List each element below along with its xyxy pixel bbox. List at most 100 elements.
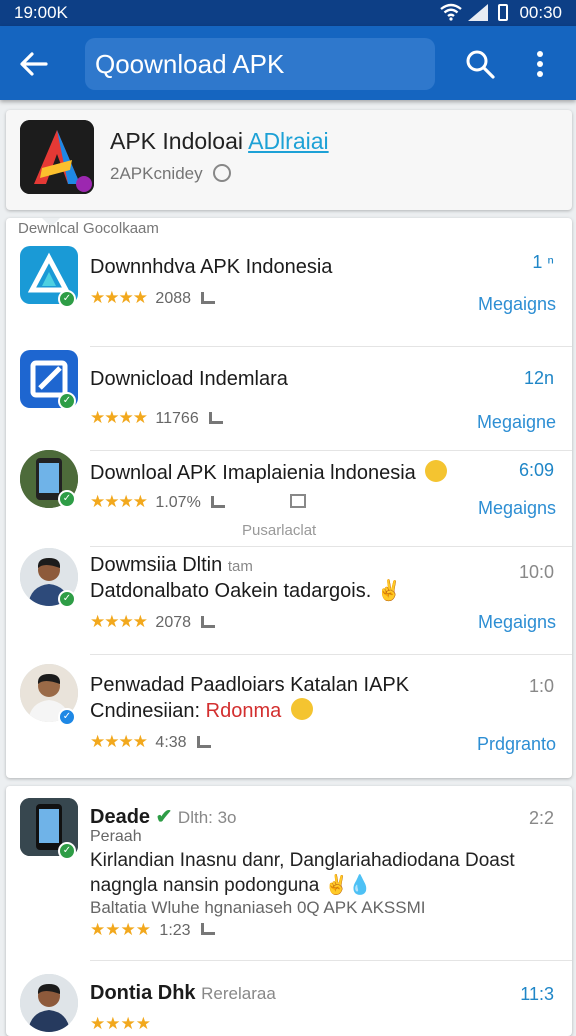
user-avatar [20, 974, 78, 1032]
header-subtitle-text: 2APKcnidey [110, 164, 203, 183]
list-item[interactable]: ✓ Downloal APK Imaplaienia lndonesia ★★★… [6, 450, 572, 547]
message-list: ✓ Deade ✔ Dlth: 3o Peraah Kirlandian Ina… [6, 786, 572, 1036]
rating-stars: ★★★★ [90, 492, 148, 511]
status-time: 19:00K [14, 3, 68, 22]
section-label: Dewnlcal Gocolkaam [18, 220, 159, 237]
person-icon [20, 974, 78, 1032]
header-title-link[interactable]: ADlraiai [248, 128, 329, 154]
search-input[interactable]: Qoownload APK [85, 38, 435, 90]
rating-stars: ★★★★ [90, 612, 148, 631]
item-meta: ★★★★ 2078 [90, 612, 216, 632]
header-title-text: APK Indoloai [110, 128, 243, 154]
list-item[interactable]: ✓ Downnhdva APK Indonesia ★★★★ 2088 1 ⁿ … [6, 242, 572, 347]
wifi-icon [440, 3, 462, 21]
item-title-text: Downloal APK Imaplaienia lndonesia [90, 462, 416, 484]
download-icon [201, 923, 216, 935]
item-line2: Datdonalbato Oakein tadargois. ✌ [90, 578, 402, 603]
item-title: Dontia Dhk Rerelaraa [90, 982, 276, 1005]
item-subtitle: Peraah [90, 828, 142, 845]
app-logo-icon [20, 120, 94, 194]
item-time: 10:0 [518, 562, 554, 582]
item-time: 2:2 [528, 808, 554, 828]
item-line2: Cndinesiian: Rdonma [90, 698, 313, 723]
item-meta: ★★★★ 1.07% [90, 492, 306, 512]
rating-stars: ★★★★ [90, 920, 151, 939]
rating-count: 11766 [155, 410, 199, 427]
item-meta: ★★★★ 2088 [90, 288, 216, 308]
item-title-text: Deade [90, 806, 151, 828]
item-overlay-label: Pusarlaclat [242, 522, 317, 539]
item-action-link[interactable]: Megaigns [478, 612, 556, 633]
item-title-suffix: tam [227, 558, 253, 575]
back-arrow-icon[interactable] [18, 48, 50, 80]
list-item[interactable]: ✓ Penwadad Paadloiars Katalan IAPK Cndin… [6, 654, 572, 774]
item-time: 11:3 [520, 984, 554, 1004]
app-list: Dewnlcal Gocolkaam ✓ Downnhdva APK Indon… [6, 218, 572, 778]
verified-check-icon: ✓ [58, 708, 76, 726]
item-time: 1:0 [528, 676, 554, 696]
item-line2-text: Cndinesiian: [90, 700, 201, 722]
item-time: 6:09 [518, 460, 554, 480]
item-action-link[interactable]: Megaigns [478, 294, 556, 315]
item-time: 1 ⁿ [532, 252, 554, 272]
item-title: Deade ✔ Dlth: 3o [90, 804, 237, 829]
rating-count: 2078 [155, 614, 192, 631]
muted-icon [289, 494, 306, 508]
drop-emoji-icon: 💧 [348, 875, 372, 896]
verified-check-icon: ✓ [58, 842, 76, 860]
hand-emoji-icon: ✌ [324, 875, 349, 896]
app-logo [20, 120, 94, 194]
item-title: Downloal APK Imaplaienia lndonesia [90, 460, 448, 485]
download-icon [201, 292, 216, 304]
item-title: Dowmsiia Dltin tam [90, 554, 253, 577]
divider [90, 960, 572, 961]
download-icon [201, 616, 216, 628]
page-title: APK Indoloai ADlraiai [110, 128, 329, 155]
search-icon[interactable] [464, 48, 496, 80]
item-body-text: Kirlandian Inasnu danr, Danglariahadioda… [90, 850, 515, 896]
verified-check-icon: ✓ [58, 590, 76, 608]
app-bar: Qoownload APK [0, 26, 576, 100]
chat-icon [213, 164, 232, 182]
rating-count: 2088 [155, 290, 192, 307]
item-title-rest: Rerelaraa [201, 984, 276, 1003]
item-meta: ★★★★ 4:38 [90, 732, 212, 752]
item-body: Kirlandian Inasnu danr, Danglariahadioda… [90, 848, 560, 898]
signal-icon [468, 4, 488, 21]
item-action-link[interactable]: Prdgranto [477, 734, 556, 755]
verified-check-icon: ✓ [58, 392, 76, 410]
list-item[interactable]: ✓ Downicload Indemlara ★★★★ 11766 12n Me… [6, 346, 572, 451]
item-action-link[interactable]: Megaigne [477, 412, 556, 433]
item-line2-text: Datdonalbato Oakein tadargois. [90, 580, 372, 602]
app-header-card[interactable]: APK Indoloai ADlraiai 2APKcnidey [6, 110, 572, 210]
list-item[interactable]: ✓ Dowmsiia Dltin tam Datdonalbato Oakein… [6, 546, 572, 655]
download-icon [211, 496, 226, 508]
item-title: Downicload Indemlara [90, 368, 288, 390]
status-time-right: 00:30 [519, 3, 562, 22]
item-title: Penwadad Paadloiars Katalan IAPK [90, 674, 410, 696]
hand-emoji-icon: ✌ [376, 580, 402, 602]
header-subtitle: 2APKcnidey [110, 164, 232, 184]
rating-stars: ★★★★ [90, 732, 148, 751]
download-icon [209, 412, 224, 424]
download-icon [197, 736, 212, 748]
more-vert-icon[interactable] [528, 48, 552, 80]
item-action-link[interactable]: Megaigns [478, 498, 556, 519]
rating-stars: ★★★★ [90, 408, 148, 427]
check-mark-icon: ✔ [155, 806, 173, 828]
emoji-icon [425, 460, 448, 482]
rating-stars: ★★★★ [90, 288, 148, 307]
verified-check-icon: ✓ [58, 490, 76, 508]
rating-stars: ★★★★ [90, 1014, 151, 1033]
item-meta: ★★★★ 1:23 [90, 920, 216, 940]
item-meta: ★★★★ 11766 [90, 408, 224, 428]
rating-count: 1:23 [159, 922, 191, 939]
emoji-icon [290, 698, 313, 720]
item-title-text: Dontia Dhk [90, 982, 196, 1004]
item-line2-highlight: Rdonma [205, 700, 282, 722]
verified-check-icon: ✓ [58, 290, 76, 308]
rating-count: 4:38 [155, 734, 187, 751]
status-bar: 19:00K 00:30 [0, 0, 576, 26]
item-title: Downnhdva APK Indonesia [90, 256, 333, 278]
item-title-text: Dowmsiia Dltin [90, 554, 223, 576]
